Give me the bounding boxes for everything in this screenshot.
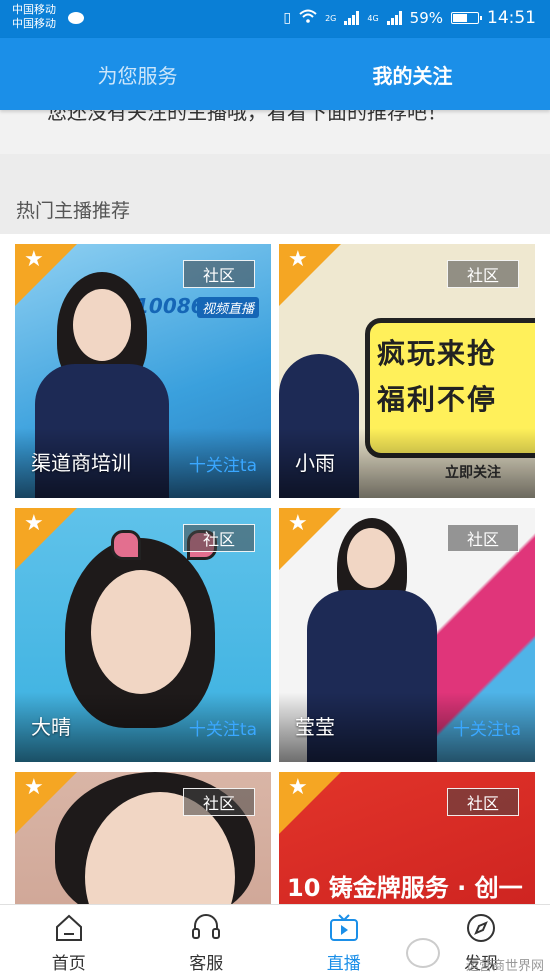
tab-my-follows[interactable]: 我的关注	[275, 38, 550, 110]
battery-fill	[453, 14, 467, 22]
promo-follow-text: 立即关注	[445, 462, 501, 482]
carrier-info: 中国移动 中国移动	[12, 3, 56, 31]
promo-line-1: 10 铸金牌服务 · 创一	[287, 868, 523, 903]
anchor-face	[91, 570, 191, 694]
compass-icon	[465, 912, 497, 944]
star-icon: ★	[288, 777, 308, 799]
section-header: 热门主播推荐	[0, 172, 550, 236]
cat-ear-left	[111, 530, 141, 560]
tab-bar: 为您服务 我的关注	[0, 38, 550, 110]
nav-service-label: 客服	[138, 949, 276, 974]
battery-percent: 59%	[410, 9, 443, 27]
wifi-icon	[299, 9, 317, 27]
battery-icon	[451, 12, 479, 24]
nav-live[interactable]: 直播	[275, 905, 413, 978]
follow-button[interactable]: 十关注ta	[189, 451, 257, 476]
watermark-text: 运营商世界网	[466, 955, 544, 974]
signal-icon-2	[387, 11, 402, 25]
status-bar: 中国移动 中国移动 ▯ 2G 4G 59% 14:51	[0, 0, 550, 38]
section-title: 热门主播推荐	[16, 196, 130, 223]
bottom-nav: 首页 客服 直播 发现 运营商世界网	[0, 904, 550, 978]
nav-home[interactable]: 首页	[0, 905, 138, 978]
anchor-card[interactable]: 疯玩来抢 福利不停 ★ 社区 小雨 立即关注	[279, 244, 535, 498]
anchor-name: 大晴	[31, 711, 71, 740]
nav-service[interactable]: 客服	[138, 905, 276, 978]
community-tag: 社区	[183, 260, 255, 288]
headset-icon	[190, 912, 222, 944]
nav-live-label: 直播	[275, 949, 413, 974]
community-tag: 社区	[447, 260, 519, 288]
anchor-card[interactable]: ★ 社区 大晴 十关注ta	[15, 508, 271, 762]
star-icon: ★	[24, 249, 44, 271]
star-icon: ★	[288, 513, 308, 535]
status-icons: ▯ 2G 4G 59% 14:51	[283, 8, 536, 28]
live-badge: 视频直播	[197, 297, 259, 318]
anchor-card[interactable]: 10 铸金牌服务 · 创一 ★ 社区	[279, 772, 535, 904]
anchor-card[interactable]: ★ 社区 莹莹 十关注ta	[279, 508, 535, 762]
anchor-card[interactable]: ★ 社区	[15, 772, 271, 904]
promo-line-1: 疯玩来抢	[377, 332, 497, 376]
anchor-name: 莹莹	[295, 711, 335, 740]
tv-play-icon	[328, 912, 360, 944]
star-icon: ★	[24, 777, 44, 799]
home-icon	[53, 912, 85, 944]
carrier-line-1: 中国移动	[12, 3, 56, 17]
anchor-card[interactable]: 10086 视频直播 ★ 社区 渠道商培训 十关注ta	[15, 244, 271, 498]
star-icon: ★	[24, 513, 44, 535]
signal-icon	[344, 11, 359, 25]
promo-line-2: 福利不停	[377, 378, 497, 422]
anchor-face	[347, 528, 395, 588]
anchor-name: 渠道商培训	[31, 447, 131, 476]
anchor-grid: 10086 视频直播 ★ 社区 渠道商培训 十关注ta 疯玩来抢 福利不停 ★ …	[0, 234, 550, 904]
carrier-line-2: 中国移动	[12, 17, 56, 31]
logo-10086: 10086	[135, 294, 205, 318]
follow-button[interactable]: 十关注ta	[453, 715, 521, 740]
community-tag: 社区	[447, 524, 519, 552]
star-icon: ★	[288, 249, 308, 271]
anchor-name: 小雨	[295, 447, 335, 476]
network-2g-label: 2G	[325, 14, 336, 23]
network-4g-label: 4G	[367, 14, 378, 23]
nav-home-label: 首页	[0, 949, 138, 974]
tab-services[interactable]: 为您服务	[0, 38, 275, 110]
clock: 14:51	[487, 8, 536, 28]
vibrate-icon: ▯	[283, 10, 291, 26]
message-icon	[68, 12, 84, 24]
community-tag: 社区	[183, 788, 255, 816]
community-tag: 社区	[183, 524, 255, 552]
watermark-logo	[406, 938, 440, 968]
follow-button[interactable]: 十关注ta	[189, 715, 257, 740]
anchor-face	[73, 289, 131, 361]
community-tag: 社区	[447, 788, 519, 816]
